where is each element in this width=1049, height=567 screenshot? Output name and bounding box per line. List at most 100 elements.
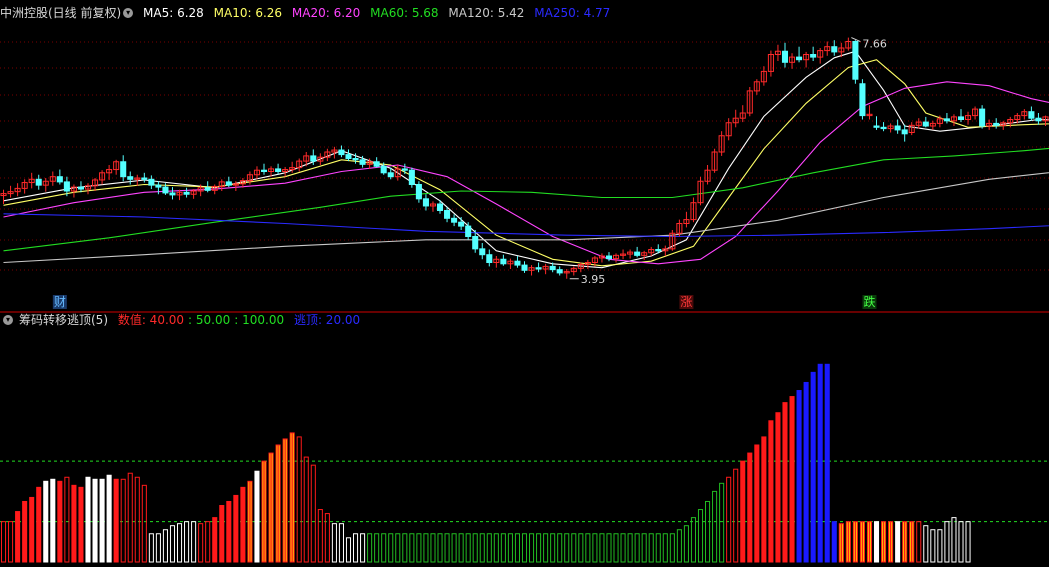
indicator-bar-body bbox=[451, 533, 457, 563]
indicator-bar bbox=[536, 533, 542, 563]
indicator-bar bbox=[662, 533, 668, 563]
indicator-bar-body bbox=[57, 480, 63, 563]
indicator-bar-body bbox=[141, 484, 147, 563]
candle-body bbox=[204, 187, 211, 191]
candle bbox=[14, 183, 21, 197]
candle-body bbox=[1028, 111, 1035, 119]
ma-line-ma10 bbox=[3, 59, 1049, 267]
indicator-bar bbox=[64, 476, 70, 563]
indicator-bar bbox=[803, 381, 809, 563]
indicator-bar bbox=[810, 371, 816, 563]
indicator-bar bbox=[92, 478, 98, 563]
indicator-bar-body bbox=[895, 521, 901, 563]
indicator-bar-body bbox=[951, 517, 957, 563]
indicator-bar-body bbox=[219, 505, 225, 563]
candle bbox=[493, 256, 500, 268]
indicator-bar bbox=[310, 464, 316, 563]
indicator-bar-body bbox=[472, 533, 478, 563]
indicator-bar-body bbox=[148, 533, 154, 563]
ma-line-ma20 bbox=[3, 81, 1049, 265]
candle-body bbox=[479, 248, 486, 256]
indicator-bar bbox=[557, 533, 563, 563]
candle-body bbox=[422, 198, 429, 207]
indicator-bar-body bbox=[571, 533, 577, 563]
candle bbox=[275, 163, 282, 175]
indicator-bar-body bbox=[747, 452, 753, 563]
candle-body bbox=[472, 236, 479, 250]
stock-title: 中洲控股(日线 前复权) bbox=[0, 6, 122, 20]
indicator-bar bbox=[641, 533, 647, 563]
indicator-bar bbox=[740, 460, 746, 563]
candle-body bbox=[859, 83, 866, 117]
indicator-bar-body bbox=[726, 476, 732, 563]
chevron-down-icon[interactable]: ▾ bbox=[123, 7, 134, 18]
indicator-bar bbox=[85, 476, 91, 563]
indicator-bar-body bbox=[402, 533, 408, 563]
indicator-bar bbox=[747, 452, 753, 563]
stock-chart[interactable]: 7.66 3.95 财 涨 跌 bbox=[0, 0, 1049, 567]
indicator-bar-body bbox=[613, 533, 619, 563]
candle bbox=[35, 174, 42, 190]
indicator-bar bbox=[817, 363, 823, 563]
candle bbox=[113, 159, 120, 175]
indicator-bar bbox=[500, 533, 506, 563]
indicator-bar-body bbox=[500, 533, 506, 563]
indicator-bar bbox=[451, 533, 457, 563]
candle-body bbox=[873, 125, 880, 128]
candle bbox=[704, 165, 711, 185]
indicator-bar-body bbox=[944, 521, 950, 563]
indicator-bar-body bbox=[198, 523, 204, 563]
candle-body bbox=[275, 168, 282, 172]
candle-body bbox=[486, 254, 493, 263]
indicator-bar bbox=[648, 533, 654, 563]
indicator-bar-body bbox=[690, 517, 697, 563]
candle-body bbox=[901, 129, 908, 135]
gear-icon[interactable]: ▾ bbox=[3, 314, 13, 325]
indicator-bar bbox=[831, 521, 837, 563]
candle-body bbox=[436, 203, 444, 211]
indicator-bar bbox=[634, 533, 640, 563]
ma60-label: MA60: 5.68 bbox=[370, 6, 439, 20]
indicator-bar bbox=[78, 486, 84, 563]
indicator-bar bbox=[676, 529, 682, 563]
indicator-bar bbox=[909, 521, 915, 563]
candle bbox=[788, 53, 796, 69]
indicator-bar-body bbox=[789, 396, 795, 563]
candle bbox=[296, 158, 303, 172]
indicator-bar-body bbox=[324, 513, 330, 563]
indicator-bar bbox=[789, 396, 795, 563]
candle bbox=[873, 116, 880, 130]
candle bbox=[662, 245, 669, 256]
indicator-bar bbox=[162, 529, 168, 563]
candle bbox=[774, 44, 781, 61]
indicator-bar-body bbox=[733, 468, 739, 563]
candle bbox=[1035, 113, 1042, 125]
indicator-bar bbox=[8, 521, 14, 563]
candle bbox=[690, 197, 697, 223]
indicator-bar-body bbox=[8, 521, 14, 563]
candle-body bbox=[380, 165, 387, 174]
candle-body bbox=[225, 181, 232, 186]
candle-body bbox=[521, 264, 528, 271]
indicator-bar bbox=[845, 521, 851, 563]
event-mark: 财 bbox=[54, 295, 66, 309]
indicator-bar-body bbox=[205, 521, 211, 563]
indicator-bar-body bbox=[437, 533, 443, 563]
indicator-bar-body bbox=[543, 533, 549, 563]
indicator-bar bbox=[493, 533, 499, 563]
indicator-bar bbox=[254, 470, 260, 563]
candle-body bbox=[979, 108, 986, 127]
candle bbox=[880, 122, 887, 132]
indicator-bar bbox=[881, 521, 887, 563]
indicator-bar bbox=[247, 480, 253, 563]
indicator-bar bbox=[198, 523, 204, 563]
indicator-bar-body bbox=[36, 486, 42, 563]
indicator-bar bbox=[303, 456, 309, 563]
indicator-bar bbox=[99, 478, 105, 563]
indicator-bar-body bbox=[578, 533, 584, 563]
candle-body bbox=[451, 217, 458, 223]
indicator-bar-body bbox=[557, 533, 563, 563]
indicator-bar bbox=[127, 472, 133, 563]
candle bbox=[458, 217, 465, 230]
candle-body bbox=[387, 172, 394, 178]
